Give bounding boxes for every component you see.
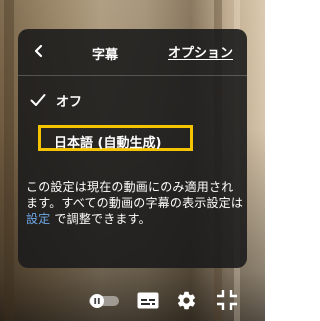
exit-fullscreen-icon[interactable] [217, 290, 237, 310]
gear-icon[interactable] [176, 290, 197, 311]
note-text: この設定は現在の動画にのみ適用されます。すべての動画の字幕の表示設定は [26, 180, 244, 210]
note-text-end: で調整できます。 [50, 212, 151, 226]
checkmark-icon [30, 94, 46, 106]
subtitle-option-off[interactable]: オフ [18, 85, 247, 115]
player-controls [0, 285, 265, 315]
video-player: 字幕 オプション オフ 日本語 (自動生成) この設定は現在の動画にのみ適用され… [0, 0, 265, 321]
chevron-left-icon[interactable] [30, 40, 48, 62]
video-frame-detail [4, 0, 14, 321]
subtitles-icon[interactable] [137, 292, 159, 309]
subtitles-menu-title: 字幕 [92, 48, 119, 63]
autoplay-toggle[interactable] [88, 294, 120, 308]
subtitles-settings-note: この設定は現在の動画にのみ適用されます。すべての動画の字幕の表示設定は 設定 で… [26, 179, 244, 227]
settings-link[interactable]: 設定 [26, 212, 50, 226]
subtitle-option-label: オフ [56, 95, 83, 110]
options-link[interactable]: オプション [168, 42, 233, 61]
subtitles-menu: 字幕 オプション オフ 日本語 (自動生成) この設定は現在の動画にのみ適用され… [18, 29, 247, 268]
subtitles-menu-header: 字幕 オプション [18, 29, 247, 76]
subtitle-option-japanese-auto[interactable]: 日本語 (自動生成) [38, 125, 193, 151]
subtitle-option-label: 日本語 (自動生成) [54, 136, 162, 151]
